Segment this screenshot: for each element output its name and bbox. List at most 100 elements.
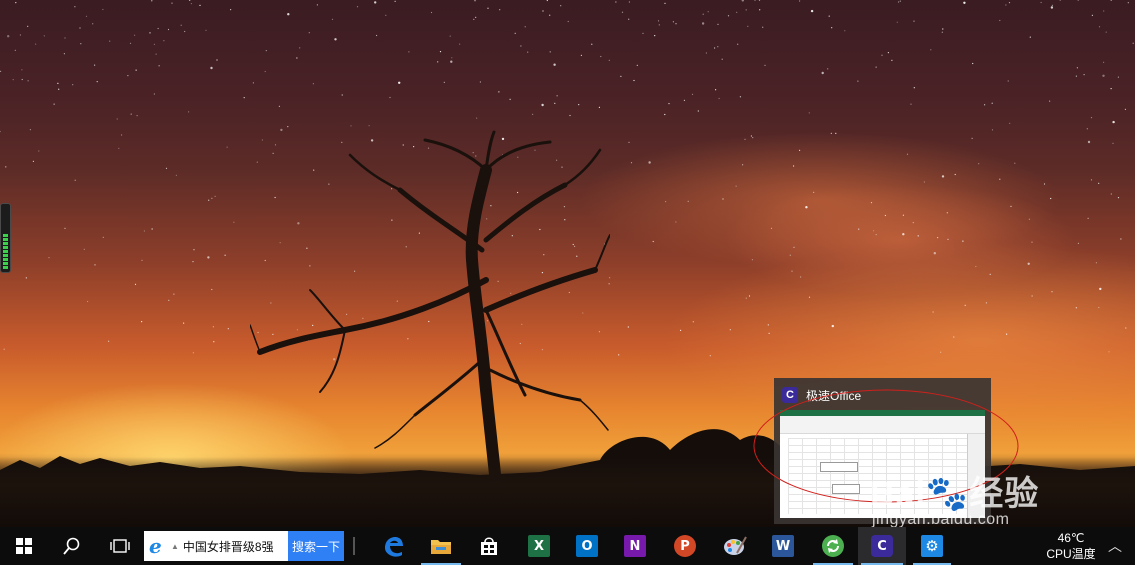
task-view-button[interactable] xyxy=(96,527,144,565)
taskbar-app-updater[interactable] xyxy=(810,527,856,565)
star xyxy=(741,0,744,2)
star xyxy=(121,134,123,136)
star xyxy=(527,51,529,53)
star xyxy=(963,1,966,4)
star xyxy=(35,43,37,45)
star xyxy=(556,95,558,97)
star xyxy=(1007,80,1009,82)
star xyxy=(858,228,860,230)
star xyxy=(1050,197,1052,200)
store-icon xyxy=(481,537,497,555)
star xyxy=(542,10,544,12)
star xyxy=(252,82,254,84)
taskbar-app-jisu-office[interactable]: C xyxy=(858,527,906,565)
star xyxy=(857,80,859,82)
star xyxy=(541,103,544,107)
star xyxy=(917,235,919,237)
star xyxy=(1087,140,1091,144)
star xyxy=(1031,295,1033,297)
onenote-icon: N xyxy=(624,535,646,557)
taskbar-app-store[interactable] xyxy=(466,527,512,565)
star xyxy=(48,257,50,259)
star xyxy=(1110,193,1112,195)
star xyxy=(758,0,761,1)
star xyxy=(165,167,168,169)
star xyxy=(937,237,939,239)
star xyxy=(1031,241,1033,243)
search-button[interactable] xyxy=(48,527,96,565)
star xyxy=(600,55,602,58)
star xyxy=(1105,31,1107,33)
star xyxy=(598,106,601,108)
star xyxy=(1098,306,1100,309)
star xyxy=(439,51,442,53)
volume-meter-gadget[interactable] xyxy=(0,203,11,273)
star xyxy=(27,25,29,27)
start-button[interactable] xyxy=(0,527,48,565)
star xyxy=(628,18,630,20)
star xyxy=(940,351,942,353)
star xyxy=(648,161,651,164)
taskbar-app-edge[interactable] xyxy=(370,527,416,565)
search-go-button[interactable]: 搜索一下 xyxy=(288,531,344,561)
star xyxy=(620,75,622,77)
star xyxy=(299,47,301,49)
star xyxy=(683,99,686,101)
star xyxy=(692,321,694,323)
star xyxy=(744,138,746,140)
word-icon: W xyxy=(772,535,794,557)
show-hidden-icons-chevron-icon[interactable]: ︿ xyxy=(1108,536,1122,556)
star xyxy=(1076,67,1078,69)
star xyxy=(1095,262,1097,264)
star xyxy=(628,141,630,143)
star xyxy=(978,163,980,165)
cpu-temperature-widget[interactable]: 46℃ CPU温度 xyxy=(1040,530,1102,562)
chevron-up-icon[interactable]: ▲ xyxy=(171,542,179,551)
star xyxy=(985,302,988,304)
star xyxy=(398,81,401,85)
star xyxy=(312,83,314,85)
star xyxy=(747,25,749,27)
star xyxy=(913,87,915,89)
star xyxy=(183,322,185,324)
star xyxy=(389,96,391,99)
star xyxy=(331,18,334,20)
star xyxy=(38,150,40,152)
ie-search-toolbar[interactable]: e ▲ 中国女排晋级8强 搜索一下 xyxy=(144,531,344,561)
star xyxy=(654,35,656,37)
taskbar-app-paint[interactable] xyxy=(712,527,758,565)
star xyxy=(1125,327,1127,329)
star xyxy=(717,46,719,48)
star xyxy=(72,84,74,86)
star xyxy=(0,130,1,133)
preview-title: 极速Office xyxy=(806,388,862,403)
star xyxy=(430,11,433,14)
star xyxy=(549,51,551,53)
star xyxy=(108,340,110,342)
thumbnail-cell-box xyxy=(832,484,860,494)
taskbar-app-settings[interactable]: ⚙ xyxy=(910,527,954,565)
star xyxy=(652,240,654,243)
star xyxy=(1050,6,1054,9)
star xyxy=(74,179,76,181)
star xyxy=(739,96,742,98)
star xyxy=(7,35,10,38)
star xyxy=(211,197,213,199)
star xyxy=(514,32,516,34)
star xyxy=(762,26,764,28)
taskbar-app-excel[interactable]: X xyxy=(516,527,562,565)
star xyxy=(1110,88,1112,90)
star xyxy=(697,110,699,112)
star xyxy=(1103,61,1105,63)
search-query-text[interactable]: 中国女排晋级8强 xyxy=(183,538,288,555)
taskbar-app-outlook[interactable]: O xyxy=(564,527,610,565)
star xyxy=(287,13,290,16)
taskbar-app-powerpoint[interactable]: P xyxy=(662,527,708,565)
taskbar-app-word[interactable]: W xyxy=(760,527,806,565)
taskbar-app-onenote[interactable]: N xyxy=(612,527,658,565)
star xyxy=(844,30,846,32)
taskbar-app-file-explorer[interactable] xyxy=(418,527,464,565)
star xyxy=(1127,2,1129,4)
star xyxy=(897,1,900,3)
star xyxy=(1043,183,1046,185)
